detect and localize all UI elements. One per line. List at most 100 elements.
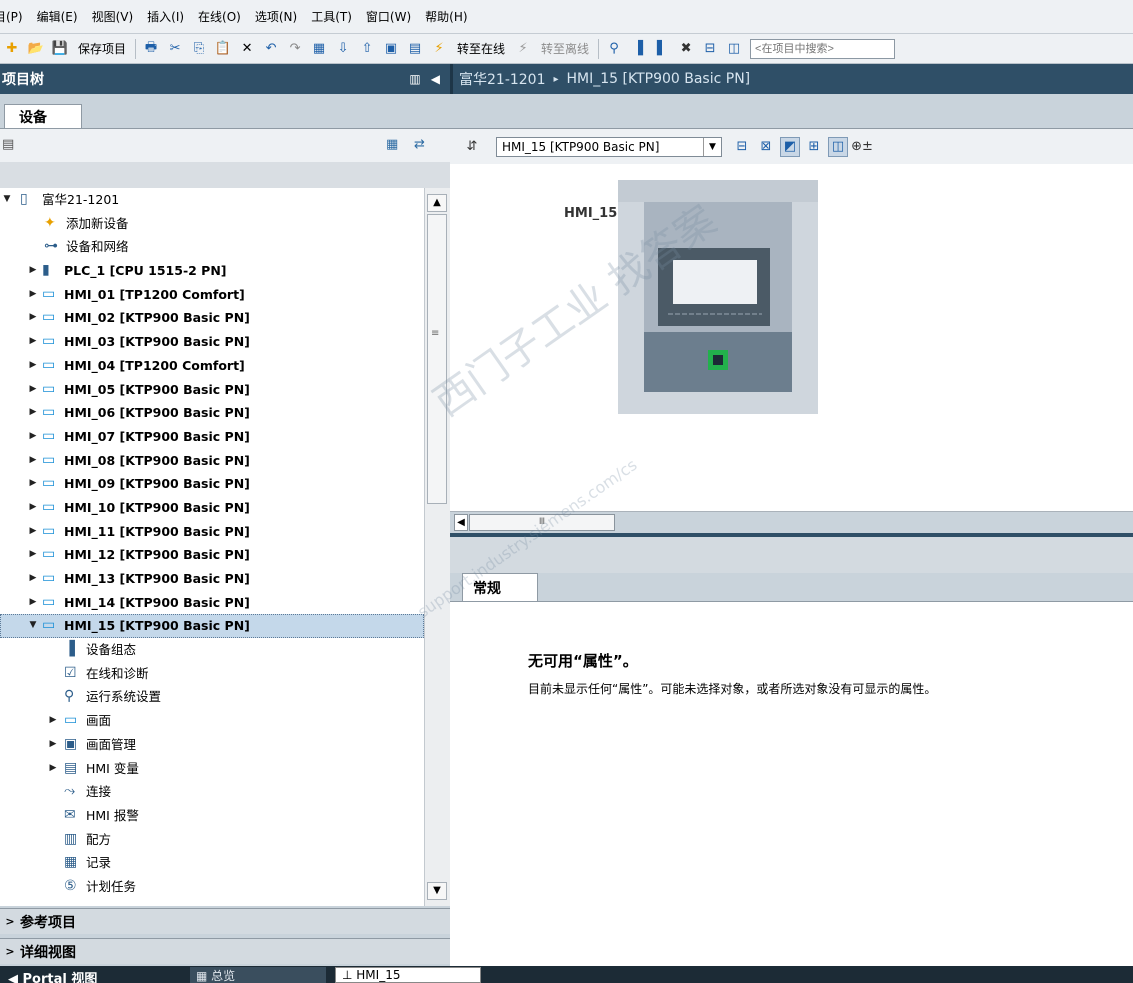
breadcrumb-project[interactable]: 富华21-1201 [459,69,546,89]
chevron-right-icon[interactable]: ▶ [28,425,38,449]
reference-projects-section[interactable]: > 参考项目 [0,908,450,934]
tree-item[interactable]: ▶ ▭ HMI_02 [KTP900 Basic PN] [0,306,424,330]
menu-item[interactable]: 窗口(W) [360,8,419,25]
save-icon[interactable]: 💾 [50,39,70,59]
accessible-nodes-icon[interactable]: ⚲ [604,39,624,59]
tree-item[interactable]: ▶ ▮ PLC_1 [CPU 1515-2 PN] [0,259,424,283]
hmi-editor-tab[interactable]: ⊥ HMI_15 [335,967,481,983]
chevron-right-icon[interactable]: ▶ [28,354,38,378]
overview-tab[interactable]: ▦ 总览 [190,967,326,983]
device-select[interactable]: HMI_15 [KTP900 Basic PN] ▼ [496,136,722,157]
chevron-right-icon[interactable]: ▶ [28,591,38,615]
accessible-devices-icon[interactable]: ▤ [405,39,425,59]
tree-item[interactable]: ▶ ▭ HMI_07 [KTP900 Basic PN] [0,425,424,449]
cross-reference-icon[interactable]: ✖ [676,39,696,59]
tree-item[interactable]: ☑ 在线和诊断 [0,662,424,686]
scrollbar-thumb[interactable] [427,214,447,504]
redo-icon[interactable]: ↷ [285,39,305,59]
chevron-right-icon[interactable]: ▶ [28,401,38,425]
tree-item[interactable]: ⤳ 连接 [0,780,424,804]
paste-icon[interactable]: 📋 [213,39,233,59]
tree-scrollbar[interactable]: ▲ ≡ ▼ [424,188,450,906]
grid-icon[interactable]: ⊞ [804,137,824,157]
menu-item[interactable]: 选项(N) [249,8,305,25]
chevron-right-icon[interactable]: ▶ [28,283,38,307]
hmi-device-graphic[interactable] [618,180,818,414]
chevron-right-icon[interactable]: ▶ [28,520,38,544]
tree-item[interactable]: ▥ 配方 [0,828,424,852]
show-labels-icon[interactable]: ⊠ [756,137,776,157]
download-icon[interactable]: ⇩ [333,39,353,59]
chevron-right-icon[interactable]: ▶ [28,259,38,283]
toggle-graphic-icon[interactable]: ◩ [780,136,800,157]
tree-item[interactable]: ⊶ 设备和网络 [0,235,424,259]
chevron-right-icon[interactable]: ▶ [48,733,58,757]
collapse-panel-icon[interactable]: ◀ [431,72,440,86]
copy-icon[interactable]: ⎘ [189,39,209,59]
tree-item[interactable]: ⑤ 计划任务 [0,875,424,899]
undo-icon[interactable]: ↶ [261,39,281,59]
tab-general[interactable]: 常规 [462,573,538,602]
tree-item[interactable]: ▶ ▭ HMI_10 [KTP900 Basic PN] [0,496,424,520]
scroll-up-icon[interactable]: ▲ [427,194,447,212]
new-project-icon[interactable]: ✚ [2,39,22,59]
menu-item[interactable]: 目(P) [0,8,31,25]
zoom-icon[interactable]: ⊕± [851,137,873,157]
tree-item[interactable]: ✉ HMI 报警 [0,804,424,828]
chevron-right-icon[interactable]: ▶ [28,306,38,330]
breadcrumb-device[interactable]: HMI_15 [KTP900 Basic PN] [567,71,751,87]
tree-item[interactable]: ▶ ▭ HMI_08 [KTP900 Basic PN] [0,449,424,473]
tree-item[interactable]: ⚲ 运行系统设置 [0,685,424,709]
scroll-left-icon[interactable]: ◀ [454,514,468,531]
overview-view-icon[interactable]: ▦ [386,137,398,152]
chevron-down-icon[interactable]: ▼ [28,614,38,638]
chevron-right-icon[interactable]: ▶ [48,757,58,781]
chevron-right-icon[interactable]: ▶ [28,472,38,496]
details-view-section[interactable]: > 详细视图 [0,938,450,964]
tree-item[interactable]: ▶ ▭ HMI_12 [KTP900 Basic PN] [0,543,424,567]
tree-item[interactable]: ✦ 添加新设备 [0,212,424,236]
split-vertical-icon[interactable]: ◫ [724,39,744,59]
tree-item[interactable]: ▶ ▣ 画面管理 [0,733,424,757]
show-module-icon[interactable]: ⊟ [732,137,752,157]
chevron-right-icon[interactable]: ▶ [28,567,38,591]
hscrollbar-thumb[interactable]: Ⅲ [469,514,615,531]
split-horizontal-icon[interactable]: ⊟ [700,39,720,59]
page-break-icon[interactable]: ◫ [828,136,848,157]
tab-devices[interactable]: 设备 [4,104,82,128]
editor-hscrollbar[interactable]: ◀ Ⅲ [450,511,1133,533]
cut-icon[interactable]: ✂ [165,39,185,59]
tree-item[interactable]: ▶ ▭ HMI_04 [TP1200 Comfort] [0,354,424,378]
tree-item[interactable]: ▼ ▭ HMI_15 [KTP900 Basic PN] [0,614,424,639]
pin-icon[interactable]: ▥ [409,72,420,86]
menu-item[interactable]: 视图(V) [86,8,142,25]
chevron-right-icon[interactable]: ▶ [28,496,38,520]
device-view-canvas[interactable]: HMI_15 [450,164,1133,511]
tree-item[interactable]: ▶ ▭ HMI_01 [TP1200 Comfort] [0,283,424,307]
chevron-right-icon[interactable]: ▶ [28,543,38,567]
print-icon[interactable]: 🖶 [141,39,161,59]
tree-item[interactable]: ▶ ▭ HMI_13 [KTP900 Basic PN] [0,567,424,591]
go-online-button[interactable]: 转至在线 [453,39,509,59]
simulation-icon[interactable]: ▣ [381,39,401,59]
stop-cpu-icon[interactable]: ▌ [652,39,672,59]
delete-icon[interactable]: ✕ [237,39,257,59]
save-project-button[interactable]: 保存项目 [74,39,130,59]
tree-item[interactable]: ▶ ▤ HMI 变量 [0,757,424,781]
tree-item[interactable]: ▶ ▭ HMI_03 [KTP900 Basic PN] [0,330,424,354]
dropdown-arrow-icon[interactable]: ▼ [703,137,721,156]
project-search-input[interactable] [750,38,896,59]
go-offline-icon[interactable]: ⚡ [513,39,533,59]
upload-icon[interactable]: ⇧ [357,39,377,59]
chevron-right-icon[interactable]: ▶ [28,449,38,473]
tree-item[interactable]: ▶ ▭ HMI_14 [KTP900 Basic PN] [0,591,424,615]
tree-item[interactable]: ▶ ▭ HMI_05 [KTP900 Basic PN] [0,378,424,402]
go-online-icon[interactable]: ⚡ [429,39,449,59]
refresh-tree-icon[interactable]: ⇄ [414,137,425,152]
menu-item[interactable]: 编辑(E) [31,8,86,25]
start-cpu-icon[interactable]: ▐ [628,39,648,59]
menu-item[interactable]: 帮助(H) [419,8,475,25]
device-view-icon[interactable]: ⇵ [462,137,482,157]
chevron-right-icon[interactable]: ▶ [48,709,58,733]
chevron-down-icon[interactable]: ▼ [2,188,12,212]
